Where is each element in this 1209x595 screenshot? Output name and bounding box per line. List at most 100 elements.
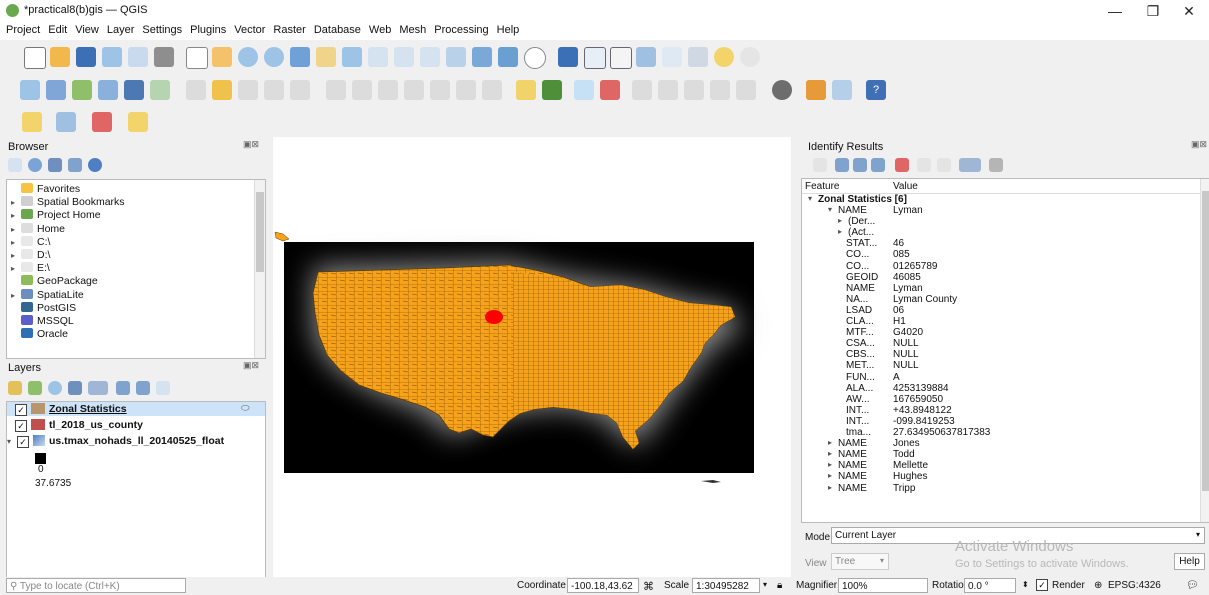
render-checkbox[interactable]: ✓ bbox=[1036, 579, 1052, 591]
browser-item[interactable]: Favorites bbox=[11, 183, 80, 196]
identify-row[interactable]: NAME Lyman bbox=[802, 283, 1200, 294]
expand-arrow-icon[interactable]: ▸ bbox=[828, 483, 832, 492]
add-selected-icon[interactable] bbox=[8, 158, 22, 172]
close-button[interactable]: ✕ bbox=[1174, 2, 1204, 20]
browser-item[interactable]: ▸ SpatiaLite bbox=[11, 288, 84, 302]
menu-help[interactable]: Help bbox=[493, 22, 524, 36]
select-mode-icon[interactable] bbox=[959, 158, 981, 172]
processing-toolbox-icon[interactable] bbox=[636, 47, 656, 67]
layer-checkbox[interactable]: ✓ bbox=[15, 404, 27, 416]
python-console-icon[interactable] bbox=[772, 80, 792, 100]
browser-dock-buttons-icon[interactable]: ▣⊠ bbox=[243, 139, 259, 150]
zoom-to-layer-icon[interactable] bbox=[342, 47, 362, 67]
menu-project[interactable]: Project bbox=[2, 22, 44, 36]
annotation-icon[interactable] bbox=[740, 47, 760, 67]
expand-all-icon[interactable] bbox=[116, 381, 130, 395]
zoom-next-icon[interactable] bbox=[420, 47, 440, 67]
expand-arrow-icon[interactable]: ▾ bbox=[7, 437, 17, 446]
identify-row[interactable]: CO... 01265789 bbox=[802, 261, 1200, 272]
crs-label[interactable]: EPSG:4326 bbox=[1108, 580, 1161, 591]
browser-item[interactable]: PostGIS bbox=[11, 301, 76, 315]
open-project-icon[interactable] bbox=[50, 47, 70, 67]
label-icon[interactable] bbox=[516, 80, 536, 100]
browser-item[interactable]: ▸ Project Home bbox=[11, 209, 101, 222]
add-postgis-icon[interactable] bbox=[124, 80, 144, 100]
manage-visibility-icon[interactable] bbox=[48, 381, 62, 395]
browser-item[interactable]: GeoPackage bbox=[11, 275, 98, 288]
field-calculator-icon[interactable] bbox=[610, 47, 632, 69]
remove-layer-icon[interactable] bbox=[156, 381, 170, 395]
highlight-labels-icon[interactable] bbox=[600, 80, 620, 100]
browser-item[interactable]: ▸ E:\ bbox=[11, 262, 50, 275]
help-icon[interactable]: ? bbox=[866, 80, 886, 100]
menu-settings[interactable]: Settings bbox=[138, 22, 186, 36]
highlight-icon[interactable] bbox=[895, 158, 909, 172]
coordinate-field[interactable]: -100.18,43.62 bbox=[567, 578, 639, 593]
menu-web[interactable]: Web bbox=[365, 22, 395, 36]
expand-arrow-icon[interactable]: ▸ bbox=[838, 227, 842, 236]
deselect-all-icon[interactable] bbox=[92, 112, 112, 132]
identify-row[interactable]: GEOID 46085 bbox=[802, 272, 1200, 283]
value-column-header[interactable]: Value bbox=[893, 181, 918, 192]
new-map-view-icon[interactable] bbox=[446, 47, 466, 67]
minimize-button[interactable]: — bbox=[1100, 2, 1130, 20]
identify-row[interactable]: ▸ NAME Jones bbox=[802, 438, 1200, 449]
map-render[interactable] bbox=[273, 137, 791, 577]
browser-tree[interactable]: Favorites ▸ Spatial Bookmarks ▸ Project Home… bbox=[6, 179, 266, 359]
add-raster-layer-icon[interactable] bbox=[46, 80, 66, 100]
expand-arrow-icon[interactable]: ▸ bbox=[828, 438, 832, 447]
layer-row-tl-2018-us-county[interactable]: ✓ tl_2018_us_county bbox=[15, 419, 143, 432]
expand-arrow-icon[interactable]: ▸ bbox=[828, 471, 832, 480]
clear-results-icon[interactable] bbox=[871, 158, 885, 172]
save-project-icon[interactable] bbox=[76, 47, 96, 67]
select-by-location-icon[interactable] bbox=[128, 112, 148, 132]
scale-field[interactable]: 1:30495282 bbox=[692, 578, 760, 593]
select-features-icon[interactable] bbox=[22, 112, 42, 132]
menu-layer[interactable]: Layer bbox=[103, 22, 139, 36]
zoom-to-selection-icon[interactable] bbox=[316, 47, 336, 67]
scale-dropdown-icon[interactable]: ▾ bbox=[763, 580, 767, 589]
expand-arrow-icon[interactable]: ▸ bbox=[11, 251, 21, 260]
identify-row[interactable]: INT... +43.8948122 bbox=[802, 405, 1200, 416]
layer-labeling-icon[interactable] bbox=[542, 80, 562, 100]
expand-arrow-icon[interactable]: ▸ bbox=[11, 198, 21, 207]
zoom-native-icon[interactable] bbox=[368, 47, 388, 67]
new-3d-view-icon[interactable] bbox=[472, 47, 492, 67]
expand-arrow-icon[interactable]: ▸ bbox=[828, 449, 832, 458]
layer-edit-indicator-icon[interactable]: ⬭ bbox=[241, 403, 250, 414]
menu-database[interactable]: Database bbox=[310, 22, 365, 36]
menu-plugins[interactable]: Plugins bbox=[186, 22, 230, 36]
collapse-arrow-icon[interactable]: ▾ bbox=[808, 194, 812, 203]
new-print-layout-icon[interactable] bbox=[102, 47, 122, 67]
identify-row[interactable]: ▸ (Der... bbox=[802, 216, 1200, 227]
menu-view[interactable]: View bbox=[71, 22, 103, 36]
messages-icon[interactable]: 💬︎ bbox=[1186, 580, 1199, 591]
pan-to-selection-icon[interactable] bbox=[212, 47, 232, 67]
menu-edit[interactable]: Edit bbox=[44, 22, 71, 36]
identify-row[interactable]: AW... 167659050 bbox=[802, 394, 1200, 405]
menu-mesh[interactable]: Mesh bbox=[395, 22, 430, 36]
temporal-icon[interactable] bbox=[498, 47, 518, 67]
identify-row[interactable]: ▸ NAME Todd bbox=[802, 449, 1200, 460]
rotation-spin-icon[interactable]: ⬍ bbox=[1022, 580, 1029, 589]
expand-arrow-icon[interactable]: ▸ bbox=[11, 211, 21, 220]
identify-row[interactable]: ▾ NAME Lyman bbox=[802, 205, 1200, 216]
browser-item[interactable]: Oracle bbox=[11, 328, 68, 341]
view-select[interactable]: Tree ▾ bbox=[831, 553, 889, 570]
refresh-browser-icon[interactable] bbox=[28, 158, 42, 172]
browser-item[interactable]: MSSQL bbox=[11, 315, 74, 328]
add-group-icon[interactable] bbox=[28, 381, 42, 395]
identify-row[interactable]: CBS... NULL bbox=[802, 349, 1200, 360]
add-wms-icon[interactable] bbox=[98, 80, 118, 100]
identify-dock-buttons-icon[interactable]: ▣⊠ bbox=[1191, 139, 1207, 150]
browser-scroll-thumb[interactable] bbox=[256, 192, 264, 272]
expand-arrow-icon[interactable]: ▸ bbox=[11, 291, 21, 300]
add-delimited-text-icon[interactable] bbox=[72, 80, 92, 100]
expand-new-icon[interactable] bbox=[853, 158, 867, 172]
statistical-summary-icon[interactable] bbox=[662, 47, 682, 67]
collapse-all-icon[interactable] bbox=[68, 158, 82, 172]
toggle-editing-icon[interactable] bbox=[212, 80, 232, 100]
collapse-tree-icon[interactable] bbox=[835, 158, 849, 172]
measure-icon[interactable] bbox=[688, 47, 708, 67]
metasearch-icon[interactable] bbox=[832, 80, 852, 100]
